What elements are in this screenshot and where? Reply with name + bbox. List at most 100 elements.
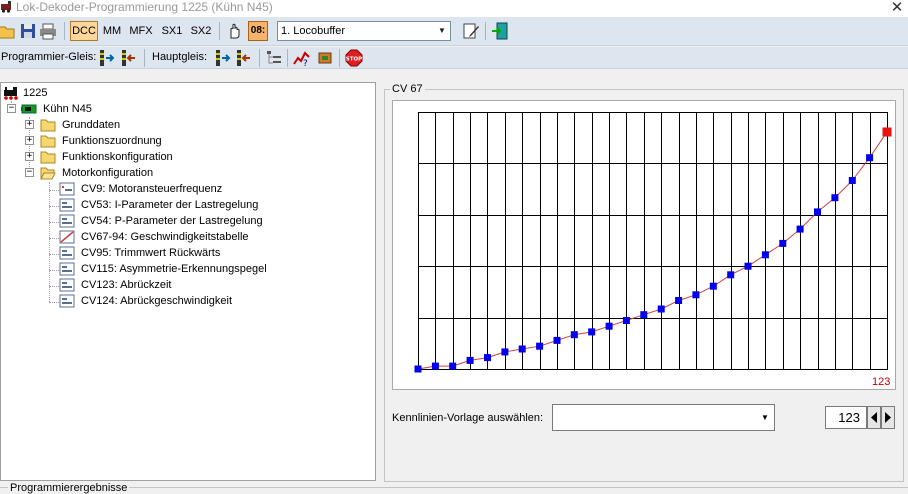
speed-step-point[interactable] (570, 331, 578, 339)
collapse-icon[interactable]: − (25, 168, 34, 177)
edit-document-icon[interactable] (462, 22, 480, 40)
print-icon[interactable] (39, 22, 57, 40)
tree-item-cv124[interactable]: CV124: Abrückgeschwindigkeit (1, 293, 371, 309)
window-title: Lok-Dekoder-Programmierung 1225 (Kühn N4… (16, 0, 273, 14)
tree-item-cv9[interactable]: CV9: Motoransteuerfrequenz (1, 181, 371, 197)
open-folder-icon (40, 167, 56, 180)
expand-icon[interactable]: + (25, 152, 34, 161)
decoder-chip-icon[interactable] (316, 49, 334, 67)
stop-icon[interactable]: STOP (345, 49, 363, 67)
value-field-icon (59, 214, 75, 228)
chevron-down-icon[interactable]: ▼ (435, 23, 449, 39)
tree-item-cv95[interactable]: CV95: Trimmwert Rückwärts (1, 245, 371, 261)
tree-item-label: CV53: I-Parameter der Lastregelung (81, 199, 259, 211)
speed-step-point[interactable] (605, 322, 613, 330)
speed-step-point[interactable] (866, 154, 874, 162)
tree-root-label: 1225 (23, 87, 48, 99)
tree-item-label: CV124: Abrückgeschwindigkeit (81, 295, 233, 307)
speed-curve-svg[interactable] (393, 101, 895, 389)
tree-item-label: CV9: Motoransteuerfrequenz (81, 183, 223, 195)
speed-step-point[interactable] (709, 282, 717, 290)
main-read-icon[interactable] (213, 49, 231, 67)
decoder-tree[interactable]: 1225 − Kühn N45 + Grunddaten + Funktions… (0, 82, 376, 481)
interface-select[interactable]: 1. Locobuffer ▼ (277, 21, 451, 41)
exit-door-icon[interactable] (491, 22, 509, 40)
tree-item-cv54[interactable]: CV54: P-Parameter der Lastregelung (1, 213, 371, 229)
locomotive-icon (4, 87, 18, 100)
tree-folder-funktionskonfiguration[interactable]: + Funktionskonfiguration (1, 149, 371, 165)
main-write-icon[interactable] (234, 49, 252, 67)
tree-item-cv67-94[interactable]: CV67-94: Geschwindigkeitstabelle (1, 229, 371, 245)
speed-step-point[interactable] (484, 354, 491, 362)
speed-step-point[interactable] (675, 297, 683, 304)
protocol-mfx-button[interactable]: MFX (127, 22, 155, 40)
tree-item-label: CV115: Asymmetrie-Erkennungspegel (81, 263, 267, 275)
speed-step-point[interactable] (744, 262, 752, 270)
speed-step-point-selected[interactable] (882, 127, 892, 137)
tree-root[interactable]: 1225 (1, 85, 371, 101)
speed-step-point[interactable] (414, 365, 422, 373)
speed-step-point[interactable] (449, 362, 457, 370)
speed-step-point[interactable] (761, 251, 769, 259)
speed-table-chart[interactable] (392, 100, 896, 390)
expand-icon[interactable]: + (25, 120, 34, 129)
expand-icon[interactable]: + (25, 136, 34, 145)
cv-value-spinner[interactable]: 123 (825, 406, 897, 429)
preset-select[interactable]: ▼ (552, 404, 775, 431)
speed-step-point[interactable] (657, 305, 665, 313)
speed-step-point[interactable] (431, 362, 439, 370)
speed-step-point[interactable] (796, 225, 804, 233)
results-groupbox-edge (0, 487, 908, 488)
protocol-dcc-button[interactable]: DCC (70, 21, 98, 41)
write-to-track-icon[interactable] (119, 49, 137, 67)
close-button[interactable]: ✕ (888, 0, 906, 16)
speed-step-point[interactable] (466, 356, 474, 364)
save-icon[interactable] (19, 22, 37, 40)
tree-folder-label: Funktionskonfiguration (62, 151, 173, 163)
curve-help-icon[interactable]: ? (293, 49, 311, 67)
speed-step-point[interactable] (501, 348, 509, 356)
toolbar-separator (287, 49, 288, 67)
increment-button[interactable] (881, 406, 895, 429)
value-field-icon (59, 262, 75, 276)
tree-item-cv53[interactable]: CV53: I-Parameter der Lastregelung (1, 197, 371, 213)
speed-step-point[interactable] (553, 336, 561, 344)
value-field-icon (59, 246, 75, 260)
decrement-button[interactable] (867, 406, 881, 429)
groupbox-title: CV 67 (390, 83, 425, 96)
tree-item-decoder[interactable]: − Kühn N45 (1, 101, 371, 117)
speed-step-point[interactable] (848, 177, 856, 184)
toolbar-separator (144, 49, 145, 67)
cv-value-field[interactable]: 123 (825, 406, 867, 429)
open-folder-icon[interactable] (0, 22, 16, 40)
read-from-track-icon[interactable] (97, 49, 115, 67)
speed-step-point[interactable] (831, 194, 839, 202)
tree-view-icon[interactable] (265, 49, 283, 67)
tree-folder-grunddaten[interactable]: + Grunddaten (1, 117, 371, 133)
protocol-sx1-button[interactable]: SX1 (159, 22, 185, 40)
protocol-sx2-button[interactable]: SX2 (188, 22, 214, 40)
protocol-mm-button[interactable]: MM (101, 22, 123, 40)
speed-step-point[interactable] (814, 208, 821, 216)
hand-cursor-icon[interactable] (225, 22, 243, 40)
tree-item-cv123[interactable]: CV123: Abrückzeit (1, 277, 371, 293)
hex-display-button[interactable]: 08: (248, 21, 268, 41)
collapse-icon[interactable]: − (7, 104, 16, 113)
speed-step-point[interactable] (536, 342, 544, 350)
tree-item-cv115[interactable]: CV115: Asymmetrie-Erkennungspegel (1, 261, 371, 277)
folder-icon (40, 119, 56, 132)
chart-points-layer[interactable] (414, 127, 892, 373)
tree-folder-funktionszuordnung[interactable]: + Funktionszuordnung (1, 133, 371, 149)
speed-step-point[interactable] (692, 291, 700, 299)
speed-step-point[interactable] (518, 345, 526, 353)
speed-step-point[interactable] (622, 317, 630, 324)
chevron-down-icon[interactable]: ▼ (758, 410, 772, 426)
toolbar-separator (485, 22, 486, 40)
speed-step-point[interactable] (588, 328, 596, 336)
speed-step-point[interactable] (640, 311, 648, 319)
tree-folder-motorkonfiguration[interactable]: − Motorkonfiguration (1, 165, 371, 181)
speed-step-point[interactable] (727, 271, 735, 279)
tree-folder-label: Motorkonfiguration (62, 167, 154, 179)
speed-step-point[interactable] (779, 239, 787, 247)
toolbar-separator (219, 22, 220, 40)
